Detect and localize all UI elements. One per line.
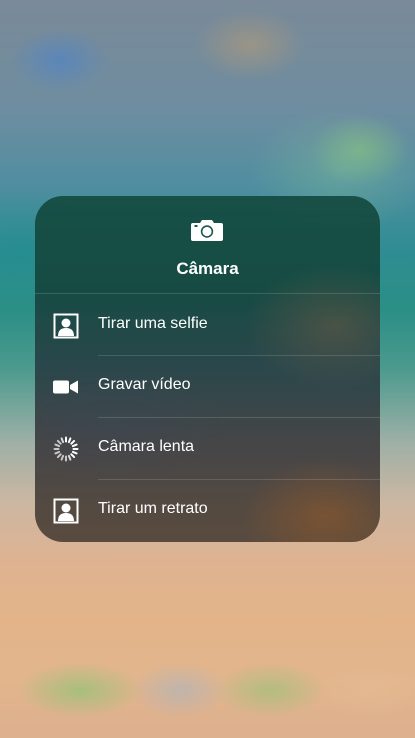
- menu-item-label: Tirar uma selfie: [98, 315, 208, 332]
- quick-actions-menu: Câmara Tirar uma selfie Gravar vídeo Câm…: [35, 196, 380, 542]
- portrait-frame-icon: [53, 498, 79, 524]
- portrait-frame-icon: [53, 313, 79, 339]
- menu-item-take-selfie[interactable]: Tirar uma selfie: [35, 293, 380, 355]
- video-camera-icon: [53, 374, 79, 400]
- menu-item-label: Tirar um retrato: [98, 500, 208, 517]
- menu-item-take-portrait[interactable]: Tirar um retrato: [35, 479, 380, 541]
- menu-item-record-video[interactable]: Gravar vídeo: [35, 355, 380, 417]
- menu-item-slow-motion[interactable]: Câmara lenta: [35, 417, 380, 479]
- menu-item-label: Gravar vídeo: [98, 376, 191, 393]
- menu-title: Câmara: [176, 259, 239, 278]
- slow-motion-icon: [53, 436, 79, 462]
- menu-item-label: Câmara lenta: [98, 438, 195, 455]
- menu-header: Câmara: [35, 196, 380, 293]
- camera-icon: [191, 220, 223, 241]
